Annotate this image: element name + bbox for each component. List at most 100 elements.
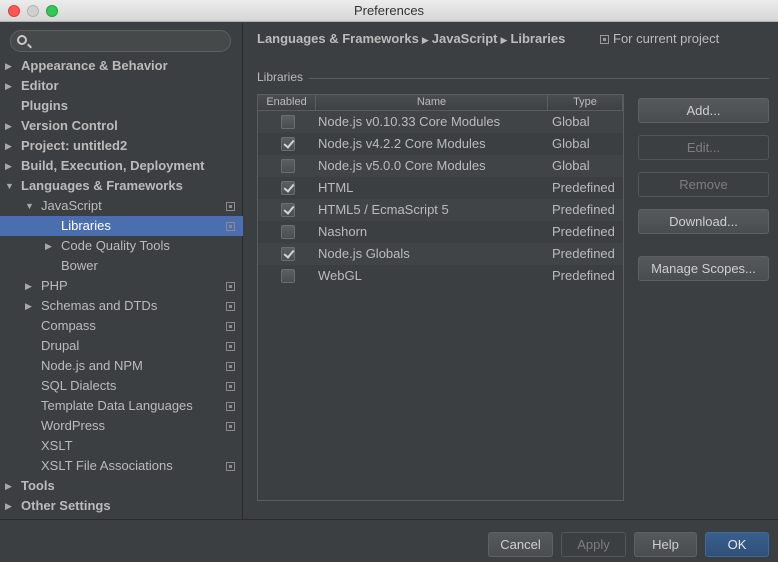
sidebar-item[interactable]: WordPress [0, 416, 243, 436]
table-header: Enabled Name Type [258, 95, 623, 111]
sidebar-item[interactable]: SQL Dialects [0, 376, 243, 396]
apply-button[interactable]: Apply [561, 532, 626, 557]
breadcrumb: Languages & Frameworks ▶ JavaScript ▶ Librar… [257, 30, 565, 48]
breadcrumb-item: JavaScript [431, 31, 498, 46]
library-name: Node.js Globals [318, 246, 410, 261]
enabled-checkbox[interactable] [281, 115, 295, 129]
library-name: Node.js v4.2.2 Core Modules [318, 136, 486, 151]
table-row[interactable]: WebGL Predefined [258, 265, 623, 287]
enabled-checkbox[interactable] [281, 203, 295, 217]
collapsed-arrow-icon[interactable]: ▶ [5, 476, 15, 496]
sidebar-item-label: Template Data Languages [41, 398, 193, 413]
sidebar-item[interactable]: XSLT File Associations [0, 456, 243, 476]
manage-scopes-button[interactable]: Manage Scopes... [638, 256, 769, 281]
sidebar-item[interactable]: Drupal [0, 336, 243, 356]
collapsed-arrow-icon[interactable]: ▶ [5, 76, 15, 96]
collapsed-arrow-icon[interactable]: ▶ [45, 236, 55, 256]
sidebar-item-label: Bower [61, 258, 98, 273]
collapsed-arrow-icon[interactable]: ▶ [25, 296, 35, 316]
enabled-checkbox[interactable] [281, 247, 295, 261]
enabled-checkbox[interactable] [281, 159, 295, 173]
ok-button[interactable]: OK [705, 532, 769, 557]
table-row[interactable]: HTML5 / EcmaScript 5 Predefined [258, 199, 623, 221]
project-scope-icon [600, 35, 609, 44]
table-row[interactable]: Node.js v5.0.0 Core Modules Global [258, 155, 623, 177]
sidebar-item-label: Languages & Frameworks [21, 178, 183, 193]
breadcrumb-item: Libraries [510, 31, 566, 46]
sidebar-item[interactable]: ▶ Other Settings [0, 496, 243, 516]
sidebar-item[interactable]: Bower [0, 256, 243, 276]
project-level-icon [226, 422, 235, 431]
collapsed-arrow-icon[interactable]: ▶ [5, 116, 15, 136]
sidebar-item[interactable]: ▼ JavaScript [0, 196, 243, 216]
column-header-type[interactable]: Type [548, 95, 623, 110]
sidebar-item[interactable]: ▶ Build, Execution, Deployment [0, 156, 243, 176]
project-level-icon [226, 282, 235, 291]
sidebar-item[interactable]: ▶ Tools [0, 476, 243, 496]
settings-search-input[interactable] [10, 30, 231, 52]
project-level-icon [226, 342, 235, 351]
libraries-table: Enabled Name Type Node.js v0.10.33 Core … [257, 94, 624, 501]
table-row[interactable]: Node.js Globals Predefined [258, 243, 623, 265]
scope-label: For current project [613, 31, 720, 46]
enabled-cell [258, 177, 316, 199]
collapsed-arrow-icon[interactable]: ▶ [5, 56, 15, 76]
sidebar-item[interactable]: ▼ Languages & Frameworks [0, 176, 243, 196]
enabled-checkbox[interactable] [281, 181, 295, 195]
sidebar-item[interactable]: Template Data Languages [0, 396, 243, 416]
enabled-checkbox[interactable] [281, 137, 295, 151]
sidebar-item-label: Project: untitled2 [21, 138, 128, 153]
sidebar-item[interactable]: ▶ Project: untitled2 [0, 136, 243, 156]
library-type: Global [552, 158, 590, 173]
enabled-checkbox[interactable] [281, 269, 295, 283]
remove-library-button[interactable]: Remove [638, 172, 769, 197]
table-row[interactable]: HTML Predefined [258, 177, 623, 199]
project-level-icon [226, 202, 235, 211]
column-header-name[interactable]: Name [316, 95, 548, 110]
download-library-button[interactable]: Download... [638, 209, 769, 234]
column-header-enabled[interactable]: Enabled [258, 95, 316, 110]
enabled-cell [258, 199, 316, 221]
table-row[interactable]: Node.js v0.10.33 Core Modules Global [258, 111, 623, 133]
project-level-icon [226, 222, 235, 231]
library-type: Global [552, 114, 590, 129]
sidebar-item[interactable]: Plugins [0, 96, 243, 116]
sidebar-item-label: Plugins [21, 98, 68, 113]
sidebar-item-label: Version Control [21, 118, 118, 133]
library-type: Predefined [552, 202, 615, 217]
sidebar-item-label: Code Quality Tools [61, 238, 170, 253]
add-library-button[interactable]: Add... [638, 98, 769, 123]
edit-library-button[interactable]: Edit... [638, 135, 769, 160]
enabled-cell [258, 155, 316, 177]
sidebar-item[interactable]: ▶ PHP [0, 276, 243, 296]
sidebar-item-label: JavaScript [41, 198, 102, 213]
collapsed-arrow-icon[interactable]: ▶ [5, 496, 15, 516]
breadcrumb-separator-icon: ▶ [500, 35, 508, 45]
sidebar-item[interactable]: ▶ Version Control [0, 116, 243, 136]
table-row[interactable]: Nashorn Predefined [258, 221, 623, 243]
help-button[interactable]: Help [634, 532, 697, 557]
sidebar-item[interactable]: ▶ Schemas and DTDs [0, 296, 243, 316]
sidebar-item[interactable]: XSLT [0, 436, 243, 456]
sidebar-item[interactable]: ▶ Editor [0, 76, 243, 96]
sidebar-item-label: Libraries [61, 218, 111, 233]
settings-tree: ▶ Appearance & Behavior ▶ Editor Plugins ▶ Ver… [0, 56, 243, 516]
enabled-checkbox[interactable] [281, 225, 295, 239]
collapsed-arrow-icon[interactable]: ▶ [5, 136, 15, 156]
sidebar-item[interactable]: ▶ Code Quality Tools [0, 236, 243, 256]
library-name: Node.js v5.0.0 Core Modules [318, 158, 486, 173]
expanded-arrow-icon[interactable]: ▼ [25, 196, 35, 216]
collapsed-arrow-icon[interactable]: ▶ [25, 276, 35, 296]
sidebar-item[interactable]: Node.js and NPM [0, 356, 243, 376]
enabled-cell [258, 111, 316, 133]
table-row[interactable]: Node.js v4.2.2 Core Modules Global [258, 133, 623, 155]
collapsed-arrow-icon[interactable]: ▶ [5, 156, 15, 176]
sidebar-item[interactable]: Libraries [0, 216, 243, 236]
enabled-cell [258, 265, 316, 287]
cancel-button[interactable]: Cancel [488, 532, 553, 557]
expanded-arrow-icon[interactable]: ▼ [5, 176, 15, 196]
sidebar-item[interactable]: ▶ Appearance & Behavior [0, 56, 243, 76]
library-name: WebGL [318, 268, 362, 283]
sidebar-item-label: XSLT File Associations [41, 458, 173, 473]
sidebar-item[interactable]: Compass [0, 316, 243, 336]
